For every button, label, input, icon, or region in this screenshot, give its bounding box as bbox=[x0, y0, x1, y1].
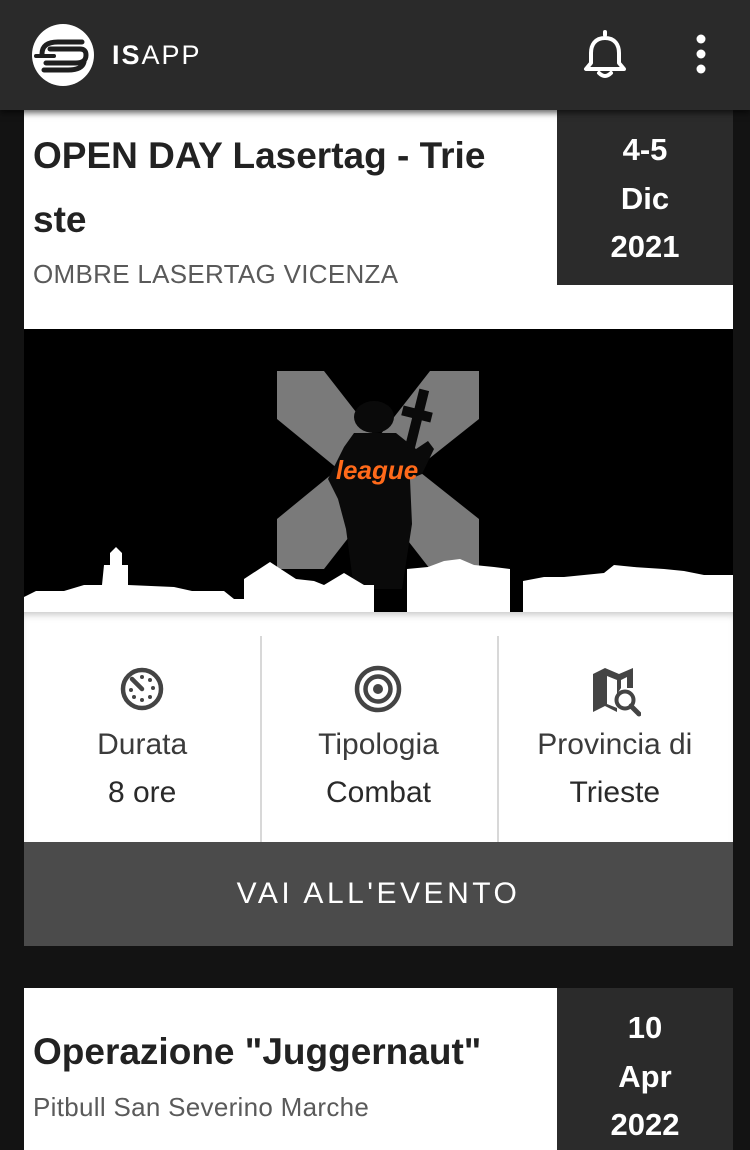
event-date-year: 2021 bbox=[610, 229, 680, 264]
event-banner-image[interactable]: league bbox=[24, 329, 733, 612]
target-icon bbox=[355, 665, 402, 713]
info-type-label: Tipologia bbox=[318, 728, 439, 761]
isapp-logo-icon[interactable] bbox=[32, 24, 94, 86]
info-type: Tipologia Combat bbox=[260, 612, 496, 842]
event-organizer: OMBRE LASERTAG VICENZA bbox=[33, 259, 399, 289]
event-date-year: 2022 bbox=[610, 1107, 680, 1142]
event-organizer: Pitbull San Severino Marche bbox=[33, 1092, 370, 1122]
more-vert-icon[interactable] bbox=[686, 32, 716, 78]
app-title-bold: IS bbox=[112, 40, 142, 70]
info-province: Provincia di Trieste bbox=[496, 612, 733, 842]
event-date-day: 4-5 bbox=[622, 132, 668, 167]
event-date-month: Dic bbox=[620, 180, 670, 216]
event-title: OPEN DAY Lasertag - Trieste bbox=[33, 135, 486, 240]
banner-league-text: league bbox=[336, 455, 418, 485]
info-duration: Durata 8 ore bbox=[24, 612, 260, 842]
go-to-event-button[interactable]: VAI ALL'EVENTO bbox=[24, 842, 733, 946]
app-title: ISAPP bbox=[112, 38, 202, 72]
info-province-value: Trieste bbox=[569, 776, 661, 809]
event-date-day: 10 bbox=[627, 1010, 663, 1045]
event-date-month: Apr bbox=[618, 1058, 672, 1094]
event-date: 10 Apr 2022 bbox=[557, 988, 733, 1150]
event-info-row: Durata 8 ore Tipologia Combat Provincia … bbox=[24, 612, 733, 842]
event-title: Operazione "Juggernaut" bbox=[33, 1031, 482, 1072]
info-duration-value: 8 ore bbox=[107, 776, 177, 809]
event-date: 4-5 Dic 2021 bbox=[557, 110, 733, 285]
map-search-icon bbox=[592, 668, 641, 717]
timer-icon bbox=[120, 667, 164, 711]
app-bar: ISAPP bbox=[0, 0, 750, 110]
info-province-label: Provincia di bbox=[537, 728, 693, 761]
bell-icon[interactable] bbox=[582, 30, 628, 80]
app-title-light: APP bbox=[141, 40, 202, 70]
info-type-value: Combat bbox=[325, 776, 432, 809]
info-duration-label: Durata bbox=[97, 728, 188, 761]
